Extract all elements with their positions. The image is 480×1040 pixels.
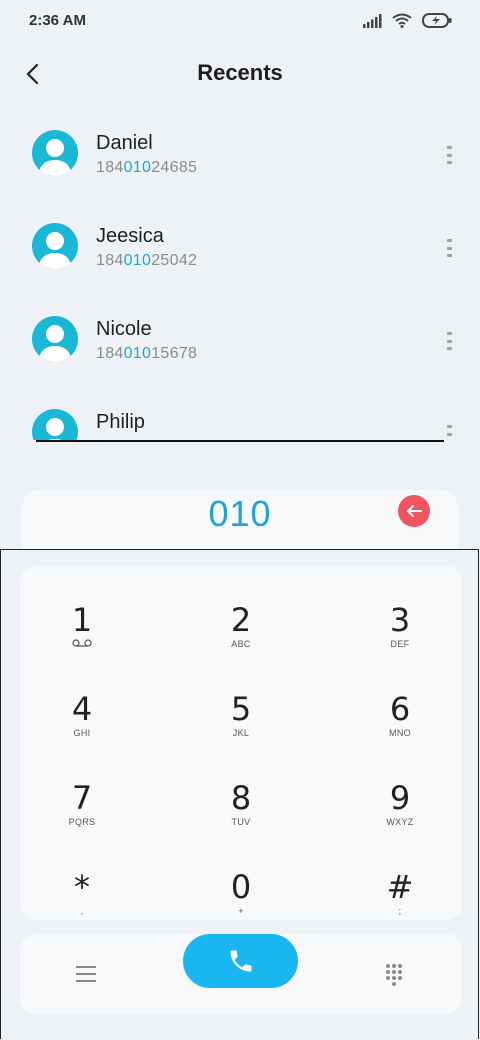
contact-name: Nicole	[96, 318, 152, 340]
more-vert-icon[interactable]	[446, 425, 452, 440]
key-5[interactable]: 5 JKL	[181, 691, 301, 771]
status-bar: 2:36 AM	[0, 0, 480, 44]
app-header: Recents	[0, 44, 480, 104]
person-icon	[38, 139, 72, 176]
list-item[interactable]: Philip	[0, 387, 480, 440]
backspace-button[interactable]	[398, 495, 430, 527]
more-vert-icon[interactable]	[446, 332, 452, 350]
list-item[interactable]: Daniel 18401024685	[0, 108, 480, 201]
key-2[interactable]: 2 ABC	[181, 602, 301, 682]
key-3[interactable]: 3 DEF	[340, 602, 460, 682]
more-vert-icon[interactable]	[446, 146, 452, 164]
person-icon	[38, 232, 72, 269]
phone-icon	[230, 950, 251, 972]
contact-name: Daniel	[96, 132, 153, 154]
key-6[interactable]: 6 MNO	[340, 691, 460, 771]
menu-icon[interactable]	[76, 966, 96, 982]
avatar	[32, 409, 78, 440]
contact-name: Jeesica	[96, 225, 164, 247]
avatar	[32, 223, 78, 269]
status-icons	[362, 13, 452, 28]
avatar	[32, 130, 78, 176]
key-4[interactable]: 4 GHI	[22, 691, 142, 771]
contact-number: 18401015678	[96, 345, 198, 362]
divider	[36, 440, 444, 442]
dial-display: 010	[22, 490, 458, 552]
wifi-icon	[392, 13, 412, 28]
key-1[interactable]: 1	[22, 602, 142, 682]
person-icon	[38, 325, 72, 362]
person-icon	[46, 418, 64, 440]
page-title: Recents	[197, 60, 283, 85]
avatar	[32, 316, 78, 362]
list-item[interactable]: Jeesica 18401025042	[0, 201, 480, 294]
voicemail-icon	[22, 639, 142, 649]
key-7[interactable]: 7 PQRS	[22, 780, 142, 860]
dialpad-keys: 1 2 ABC 3 DEF 4 GHI 5 JKL 6 MNO 7 PQRS 8…	[20, 566, 462, 920]
call-button[interactable]	[183, 934, 298, 988]
battery-icon	[422, 13, 452, 28]
key-9[interactable]: 9 WXYZ	[340, 780, 460, 860]
contact-name: Philip	[96, 411, 145, 433]
contact-number: 18401024685	[96, 159, 198, 176]
status-time: 2:36 AM	[29, 12, 86, 29]
key-8[interactable]: 8 TUV	[181, 780, 301, 860]
more-vert-icon[interactable]	[446, 239, 452, 257]
list-item[interactable]: Nicole 18401015678	[0, 294, 480, 387]
backspace-icon	[407, 505, 422, 517]
signal-icon	[363, 13, 382, 28]
recents-list: Daniel 18401024685 Jeesica 18401025042 N…	[0, 108, 480, 440]
contact-number: 18401025042	[96, 252, 198, 269]
dialpad-actions	[20, 934, 462, 1014]
dialpad-icon[interactable]	[386, 964, 406, 988]
dialpad-panel: 1 2 ABC 3 DEF 4 GHI 5 JKL 6 MNO 7 PQRS 8…	[0, 549, 479, 1039]
entered-digits: 010	[208, 493, 272, 534]
